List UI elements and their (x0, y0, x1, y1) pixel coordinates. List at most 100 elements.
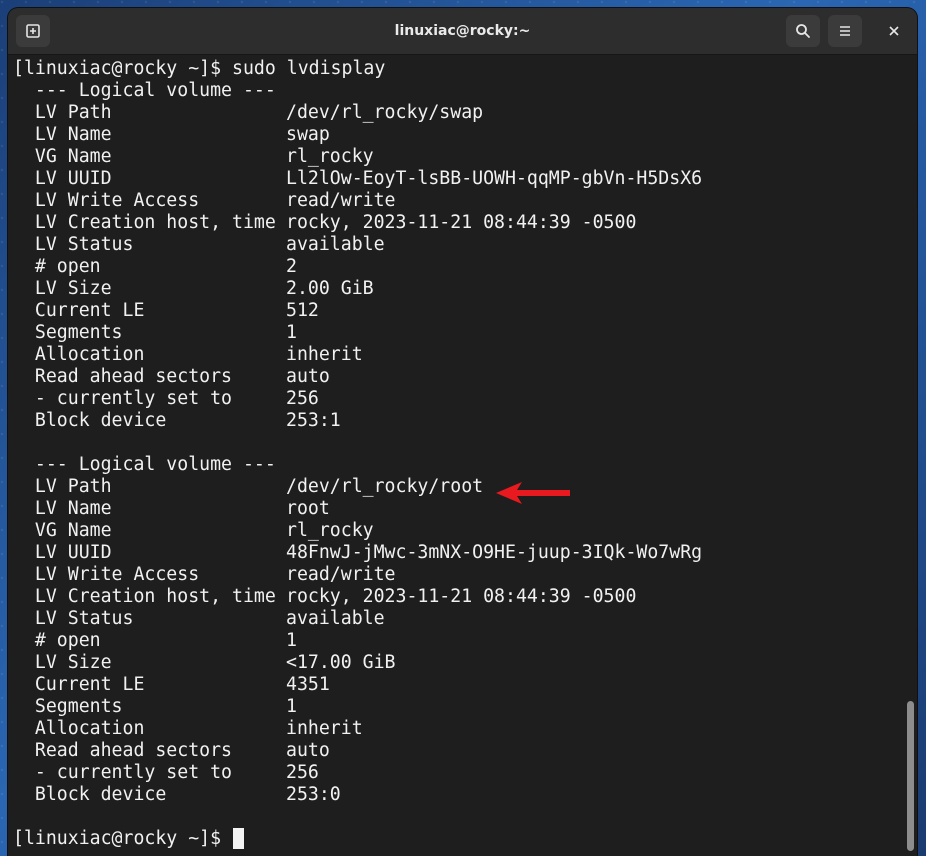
output-row: Allocation inherit (13, 344, 702, 366)
output-row: LV Status available (13, 234, 702, 256)
prompt: [linuxiac@rocky ~]$ (13, 828, 232, 849)
field-label: # open (13, 630, 101, 651)
field-label: Block device (13, 410, 167, 431)
menu-button[interactable] (828, 15, 862, 47)
output-row: Current LE 4351 (13, 674, 702, 696)
field-label: VG Name (13, 146, 112, 167)
output-row: LV Write Access read/write (13, 190, 702, 212)
field-value: /dev/rl_rocky/swap (286, 102, 484, 123)
field-value: available (286, 234, 385, 255)
output-row: Block device 253:0 (13, 784, 702, 806)
field-label: Read ahead sectors (13, 740, 232, 761)
field-label: LV Creation host, time (13, 212, 276, 233)
output-row: LV Path/dev/rl_rocky/swap (13, 102, 702, 124)
field-label: Read ahead sectors (13, 366, 232, 387)
window-title: linuxiac@rocky:~ (394, 23, 531, 39)
output-row: VG Name rl_rocky (13, 146, 702, 168)
output-row: VG Name rl_rocky (13, 520, 702, 542)
field-value: 1 (286, 322, 297, 343)
field-value: auto (286, 366, 330, 387)
field-value: /dev/rl_rocky/root (286, 476, 484, 497)
field-label: VG Name (13, 520, 112, 541)
output-row: LV Name swap (13, 124, 702, 146)
output-row: LV Path/dev/rl_rocky/root (13, 476, 702, 498)
field-label: LV Path (13, 476, 112, 497)
field-label: Current LE (13, 674, 145, 695)
search-icon (796, 24, 810, 38)
field-label: Allocation (13, 718, 145, 739)
field-value: 1 (286, 630, 297, 651)
field-value: rl_rocky (286, 520, 374, 541)
output-row: Read ahead sectors auto (13, 740, 702, 762)
command-line: [linuxiac@rocky ~]$ sudo lvdisplay (13, 58, 702, 80)
terminal-window: linuxiac@rocky:~ [linuxiac@rocky ~]$ sud… (8, 8, 917, 856)
field-value: Ll2lOw-EoyT-lsBB-UOWH-qqMP-gbVn-H5DsX6 (286, 168, 703, 189)
output-row: LV Size 2.00 GiB (13, 278, 702, 300)
field-value: root (286, 498, 330, 519)
volume-header: --- Logical volume --- (13, 80, 276, 101)
close-icon (889, 26, 899, 36)
field-value: available (286, 608, 385, 629)
field-label: LV Write Access (13, 564, 200, 585)
title-bar[interactable]: linuxiac@rocky:~ (8, 8, 917, 55)
field-value: rocky, 2023-11-21 08:44:39 -0500 (286, 212, 637, 233)
field-label: Current LE (13, 300, 145, 321)
field-value: inherit (286, 344, 363, 365)
field-label: LV Status (13, 608, 134, 629)
output-row: LV Name root (13, 498, 702, 520)
text-cursor (233, 828, 244, 849)
field-value: 253:0 (286, 784, 341, 805)
field-label: Segments (13, 322, 123, 343)
output-row: # open 2 (13, 256, 702, 278)
output-row: LV UUID 48FnwJ-jMwc-3mNX-O9HE-juup-3IQk-W… (13, 542, 702, 564)
prompt: [linuxiac@rocky ~]$ (13, 58, 232, 79)
output-row: Read ahead sectors auto (13, 366, 702, 388)
field-label: LV Name (13, 498, 112, 519)
scrollbar-thumb[interactable] (907, 701, 914, 851)
field-value: rl_rocky (286, 146, 374, 167)
field-label: LV Write Access (13, 190, 200, 211)
field-value: read/write (286, 190, 396, 211)
terminal-area[interactable]: [linuxiac@rocky ~]$ sudo lvdisplay --- L… (8, 55, 917, 856)
field-label: LV Name (13, 124, 112, 145)
field-label: LV Status (13, 234, 134, 255)
field-value: 253:1 (286, 410, 341, 431)
field-value: 256 (286, 388, 319, 409)
field-label: LV Path (13, 102, 112, 123)
volume-header: --- Logical volume --- (13, 454, 276, 475)
close-button[interactable] (877, 15, 911, 47)
output-row: Segments 1 (13, 322, 702, 344)
field-label: LV Size (13, 652, 112, 673)
field-value: rocky, 2023-11-21 08:44:39 -0500 (286, 586, 637, 607)
search-button[interactable] (786, 15, 820, 47)
field-label: Segments (13, 696, 123, 717)
output-row: - currently set to 256 (13, 762, 702, 784)
field-label: LV UUID (13, 542, 112, 563)
output-row: LV Status available (13, 608, 702, 630)
output-row: Segments 1 (13, 696, 702, 718)
field-label: LV Size (13, 278, 112, 299)
field-label: Allocation (13, 344, 145, 365)
field-label: Block device (13, 784, 167, 805)
output-row: Allocation inherit (13, 718, 702, 740)
field-label: - currently set to (13, 762, 232, 783)
field-label: LV UUID (13, 168, 112, 189)
field-value: swap (286, 124, 330, 145)
field-value: auto (286, 740, 330, 761)
output-row: LV UUID Ll2lOw-EoyT-lsBB-UOWH-qqMP-gbVn-H… (13, 168, 702, 190)
command-text: sudo lvdisplay (232, 58, 386, 79)
field-value: 512 (286, 300, 319, 321)
field-value: inherit (286, 718, 363, 739)
output-row: LV Creation host, time rocky, 2023-11-21 … (13, 212, 702, 234)
output-row: LV Size <17.00 GiB (13, 652, 702, 674)
red-arrow-icon (496, 482, 570, 504)
field-value: 2 (286, 256, 297, 277)
field-value: 4351 (286, 674, 330, 695)
field-value: <17.00 GiB (286, 652, 396, 673)
field-value: 256 (286, 762, 319, 783)
hamburger-menu-icon (840, 26, 850, 36)
prompt-line: [linuxiac@rocky ~]$ (13, 828, 702, 850)
output-row: - currently set to 256 (13, 388, 702, 410)
